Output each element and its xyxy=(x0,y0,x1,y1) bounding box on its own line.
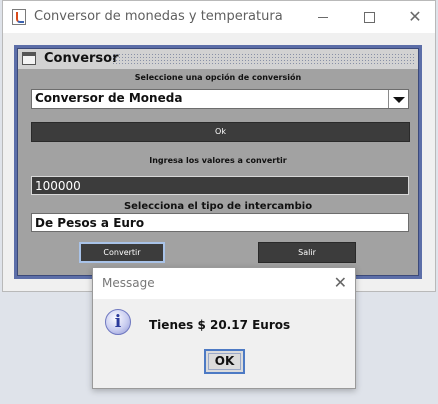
window-title: Conversor de monedas y temperatura xyxy=(34,9,283,24)
java-app-icon xyxy=(12,9,26,25)
internal-frame: Conversor Seleccione una opción de conve… xyxy=(14,45,422,279)
convert-button[interactable]: Convertir xyxy=(79,242,165,263)
titlebar-grip xyxy=(112,53,415,65)
window-icon xyxy=(22,52,36,65)
exchange-label: Selecciona el tipo de intercambio xyxy=(123,201,313,212)
dialog-ok-button[interactable]: OK xyxy=(204,349,245,374)
dialog-message: Tienes $ 20.17 Euros xyxy=(149,318,291,332)
conversion-select-value: Conversor de Moneda xyxy=(35,91,183,105)
chevron-down-icon[interactable] xyxy=(388,90,408,108)
main-window: Conversor de monedas y temperatura ✕ Con… xyxy=(2,0,436,292)
message-dialog: Message ✕ i Tienes $ 20.17 Euros OK xyxy=(92,267,356,389)
values-label: Ingresa los valores a convertir xyxy=(149,156,287,165)
converter-panel: Conversor Seleccione una opción de conve… xyxy=(17,48,419,276)
window-titlebar[interactable]: Conversor de monedas y temperatura ✕ xyxy=(3,1,435,33)
option-label: Seleccione una opción de conversión xyxy=(134,73,302,82)
close-icon: ✕ xyxy=(408,7,422,26)
conversion-select[interactable]: Conversor de Moneda xyxy=(31,89,409,109)
dialog-title: Message xyxy=(102,276,155,290)
minimize-icon xyxy=(318,17,328,18)
maximize-button[interactable] xyxy=(346,1,392,33)
maximize-icon xyxy=(364,12,375,23)
dialog-titlebar[interactable]: Message ✕ xyxy=(93,268,355,299)
ok-button[interactable]: Ok xyxy=(31,122,410,142)
exchange-type-field[interactable]: De Pesos a Euro xyxy=(31,213,409,232)
internal-frame-titlebar[interactable]: Conversor xyxy=(18,49,418,69)
amount-input[interactable]: 100000 xyxy=(31,176,409,195)
exit-button[interactable]: Salir xyxy=(258,242,356,263)
minimize-button[interactable] xyxy=(300,1,346,33)
internal-frame-title: Conversor xyxy=(44,51,119,66)
close-button[interactable]: ✕ xyxy=(392,1,438,33)
info-icon: i xyxy=(105,309,131,335)
dialog-close-icon[interactable]: ✕ xyxy=(334,273,347,292)
